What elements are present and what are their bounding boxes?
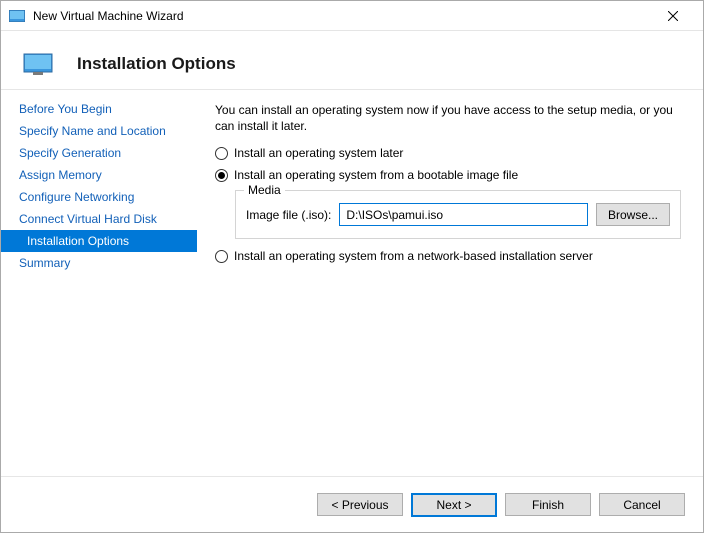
- radio-install-later[interactable]: Install an operating system later: [215, 146, 681, 160]
- step-assign-memory[interactable]: Assign Memory: [1, 164, 197, 186]
- previous-button[interactable]: < Previous: [317, 493, 403, 516]
- browse-button[interactable]: Browse...: [596, 203, 670, 226]
- radio-icon: [215, 250, 228, 263]
- app-icon: [9, 8, 25, 24]
- radio-label: Install an operating system from a netwo…: [234, 249, 593, 263]
- image-file-label: Image file (.iso):: [246, 208, 331, 222]
- close-button[interactable]: [650, 2, 695, 30]
- radio-label: Install an operating system from a boota…: [234, 168, 518, 182]
- step-summary[interactable]: Summary: [1, 252, 197, 274]
- cancel-button[interactable]: Cancel: [599, 493, 685, 516]
- step-installation-options[interactable]: Installation Options: [1, 230, 197, 252]
- media-fieldset: Media Image file (.iso): Browse...: [235, 190, 681, 239]
- radio-install-network[interactable]: Install an operating system from a netwo…: [215, 249, 681, 263]
- steps-sidebar: Before You Begin Specify Name and Locati…: [1, 90, 197, 476]
- radio-icon: [215, 147, 228, 160]
- step-specify-generation[interactable]: Specify Generation: [1, 142, 197, 164]
- wizard-footer: < Previous Next > Finish Cancel: [1, 476, 703, 532]
- page-title: Installation Options: [77, 54, 236, 74]
- step-before-you-begin[interactable]: Before You Begin: [1, 98, 197, 120]
- wizard-window: New Virtual Machine Wizard Installation …: [0, 0, 704, 533]
- monitor-icon: [23, 53, 53, 75]
- radio-label: Install an operating system later: [234, 146, 403, 160]
- media-legend: Media: [244, 183, 285, 197]
- content-pane: You can install an operating system now …: [197, 90, 703, 476]
- radio-icon: [215, 169, 228, 182]
- radio-install-image[interactable]: Install an operating system from a boota…: [215, 168, 681, 182]
- step-specify-name-location[interactable]: Specify Name and Location: [1, 120, 197, 142]
- image-file-input[interactable]: [339, 203, 588, 226]
- window-title: New Virtual Machine Wizard: [33, 9, 650, 23]
- step-configure-networking[interactable]: Configure Networking: [1, 186, 197, 208]
- finish-button[interactable]: Finish: [505, 493, 591, 516]
- titlebar: New Virtual Machine Wizard: [1, 1, 703, 31]
- step-connect-vhd[interactable]: Connect Virtual Hard Disk: [1, 208, 197, 230]
- wizard-header: Installation Options: [1, 31, 703, 89]
- next-button[interactable]: Next >: [411, 493, 497, 517]
- wizard-body: Before You Begin Specify Name and Locati…: [1, 90, 703, 476]
- intro-text: You can install an operating system now …: [215, 102, 681, 134]
